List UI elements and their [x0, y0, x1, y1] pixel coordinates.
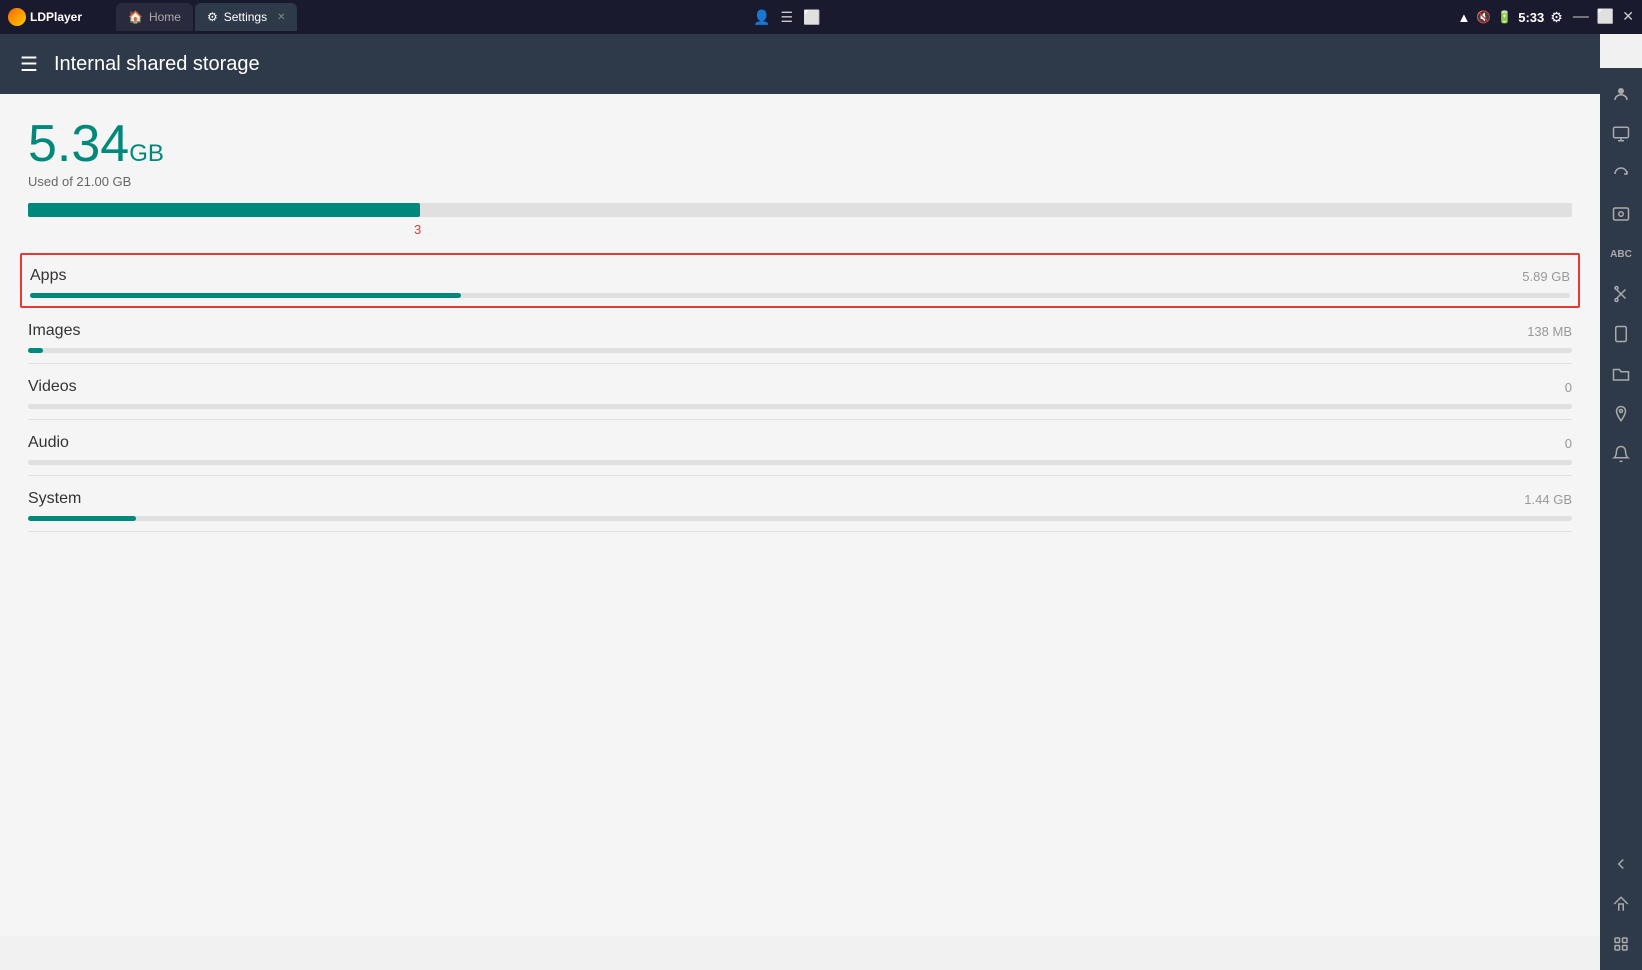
status-bar: ▲ 🔇 🔋 5:33 ⚙ [1457, 9, 1562, 26]
maximize-button[interactable]: ⬜ [1597, 8, 1614, 26]
sidebar-notification-btn[interactable] [1603, 436, 1639, 472]
wifi-icon: ▲ [1457, 10, 1470, 25]
category-videos[interactable]: Videos 0 [28, 364, 1572, 420]
category-audio-header: Audio 0 [28, 434, 1572, 452]
category-images-header: Images 138 MB [28, 322, 1572, 340]
storage-used-section: 5.34GB Used of 21.00 GB [28, 118, 1572, 189]
main-area: ☰ Internal shared storage 5.34GB Used of… [0, 34, 1600, 936]
category-videos-header: Videos 0 [28, 378, 1572, 396]
category-system-header: System 1.44 GB [28, 490, 1572, 508]
sidebar-rotate-btn[interactable] [1603, 156, 1639, 192]
right-sidebar: ABC [1600, 68, 1642, 970]
settings-tab-icon: ⚙ [207, 10, 218, 24]
category-images-size: 138 MB [1527, 324, 1572, 339]
category-apps-bar [30, 293, 1570, 298]
category-apps[interactable]: Apps 5.89 GB [20, 253, 1580, 308]
app-header: ☰ Internal shared storage [0, 34, 1600, 94]
category-videos-size: 0 [1565, 380, 1572, 395]
category-apps-header: Apps 5.89 GB [30, 267, 1570, 285]
category-videos-name: Videos [28, 378, 77, 396]
logo-icon [8, 8, 26, 26]
sidebar-back-btn[interactable] [1603, 846, 1639, 882]
sidebar-screenshot-btn[interactable] [1603, 196, 1639, 232]
category-audio[interactable]: Audio 0 [28, 420, 1572, 476]
app-name: LDPlayer [30, 10, 82, 24]
window-controls: 👤 ☰ ⬜ [753, 9, 820, 26]
system-settings-icon[interactable]: ⚙ [1550, 9, 1563, 26]
category-system-size: 1.44 GB [1524, 492, 1572, 507]
sidebar-cut-btn[interactable] [1603, 276, 1639, 312]
app-logo: LDPlayer [8, 8, 108, 26]
close-button[interactable]: ✕ [1622, 8, 1634, 26]
sidebar-user-btn[interactable] [1603, 76, 1639, 112]
tab-settings[interactable]: ⚙ Settings ✕ [195, 3, 298, 31]
page-title: Internal shared storage [54, 53, 260, 76]
home-icon: 🏠 [128, 10, 143, 24]
tab-home-label: Home [149, 10, 181, 24]
category-apps-size: 5.89 GB [1522, 269, 1570, 284]
clock: 5:33 [1518, 10, 1544, 25]
category-audio-size: 0 [1565, 436, 1572, 451]
sidebar-keyboard-btn[interactable]: ABC [1603, 236, 1639, 272]
storage-content: 5.34GB Used of 21.00 GB 3 Apps 5.89 GB [0, 94, 1600, 936]
user-ctrl-icon[interactable]: 👤 [753, 9, 770, 26]
bar-marker: 3 [414, 222, 421, 237]
category-audio-fill [28, 460, 1572, 465]
category-videos-bar [28, 404, 1572, 409]
category-system-fill [28, 516, 136, 521]
sidebar-home-btn[interactable] [1603, 886, 1639, 922]
category-images[interactable]: Images 138 MB [28, 308, 1572, 364]
used-label: Used of 21.00 GB [28, 174, 1572, 189]
title-bar: LDPlayer 🏠 Home ⚙ Settings ✕ 👤 ☰ ⬜ ▲ 🔇 🔋… [0, 0, 1642, 34]
category-images-name: Images [28, 322, 80, 340]
mute-icon: 🔇 [1476, 10, 1491, 24]
category-list: Apps 5.89 GB Images 138 MB [28, 253, 1572, 532]
sidebar-location-btn[interactable] [1603, 396, 1639, 432]
category-system[interactable]: System 1.44 GB [28, 476, 1572, 532]
tab-settings-label: Settings [224, 10, 267, 24]
minimize-button[interactable]: — [1573, 8, 1589, 26]
category-images-bar [28, 348, 1572, 353]
category-videos-fill [28, 404, 1572, 409]
category-audio-bar [28, 460, 1572, 465]
tab-bar: 🏠 Home ⚙ Settings ✕ [116, 3, 753, 31]
menu-ctrl-icon[interactable]: ☰ [780, 9, 793, 26]
tab-home[interactable]: 🏠 Home [116, 3, 193, 31]
storage-bar-fill [28, 203, 420, 217]
category-apps-fill [30, 293, 461, 298]
window-ctrl-icon[interactable]: ⬜ [803, 9, 820, 26]
sidebar-folder-btn[interactable] [1603, 356, 1639, 392]
sidebar-screen-btn[interactable] [1603, 116, 1639, 152]
category-system-name: System [28, 490, 81, 508]
sidebar-phone-btn[interactable] [1603, 316, 1639, 352]
battery-icon: 🔋 [1497, 10, 1512, 24]
category-system-bar [28, 516, 1572, 521]
category-apps-name: Apps [30, 267, 66, 285]
tab-close-button[interactable]: ✕ [277, 12, 285, 23]
used-amount: 5.34GB [28, 118, 1572, 170]
hamburger-menu[interactable]: ☰ [20, 52, 38, 77]
category-images-fill [28, 348, 43, 353]
category-audio-name: Audio [28, 434, 69, 452]
storage-progress-bar: 3 [28, 203, 1572, 217]
sidebar-recent-btn[interactable] [1603, 926, 1639, 962]
